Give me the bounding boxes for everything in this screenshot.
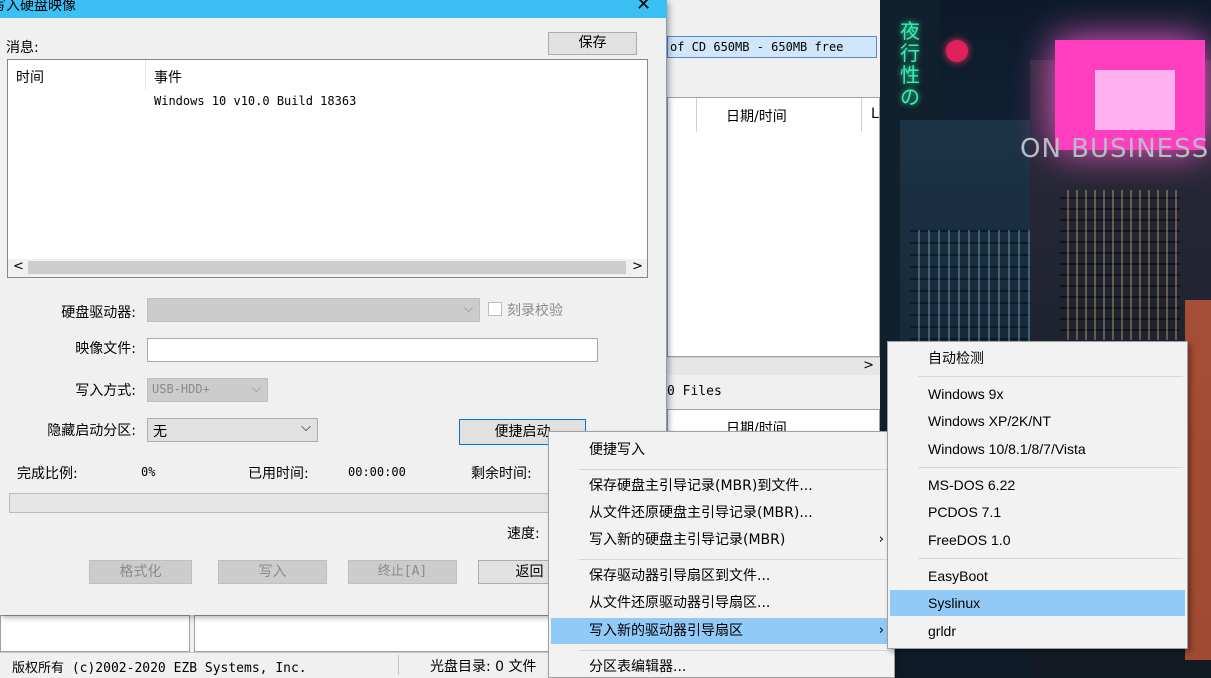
menu-item-partition-editor[interactable]: 分区表编辑器...: [551, 654, 892, 678]
boot-sector-submenu: 自动检测 Windows 9x Windows XP/2K/NT Windows…: [887, 341, 1188, 649]
cd-capacity-bar[interactable]: of CD 650MB - 650MB free: [667, 36, 877, 58]
menu-item-write-new-mbr-label: 写入新的硬盘主引导记录(MBR): [589, 532, 786, 548]
menu-item-restore-mbr[interactable]: 从文件还原硬盘主引导记录(MBR)...: [551, 500, 892, 526]
dialog-title: 写入硬盘映像: [0, 0, 76, 14]
column-header-event[interactable]: 事件: [154, 67, 182, 87]
disk-drive-label: 硬盘驱动器:: [61, 305, 136, 321]
status-cd-dir: 光盘目录: 0 文件: [430, 659, 537, 675]
menu-item-write-new-boot-sector[interactable]: 写入新的驱动器引导扇区 ›: [551, 618, 892, 644]
submenu-item-grldr[interactable]: grldr: [890, 618, 1185, 644]
scroll-left-icon[interactable]: <: [13, 259, 24, 274]
done-label: 完成比例:: [17, 466, 78, 482]
column-header-datetime[interactable]: 日期/时间: [726, 106, 787, 126]
submenu-arrow-icon: ›: [878, 532, 884, 547]
submenu-item-pcdos[interactable]: PCDOS 7.1: [890, 499, 1185, 525]
dialog-title-bar[interactable]: 写入硬盘映像 ✕: [0, 0, 667, 18]
verify-label: 刻录校验: [507, 303, 563, 319]
bg-hscrollbar[interactable]: >: [667, 357, 880, 375]
write-method-select[interactable]: USB-HDD+ ⌵: [147, 378, 268, 402]
message-log[interactable]: 时间 事件 Windows 10 v10.0 Build 18363 < >: [7, 59, 648, 278]
remaining-label: 剩余时间:: [471, 466, 532, 482]
submenu-item-win9x[interactable]: Windows 9x: [890, 381, 1185, 407]
submenu-item-win10[interactable]: Windows 10/8.1/8/7/Vista: [890, 436, 1185, 462]
chevron-down-icon: ⌵: [301, 420, 311, 435]
scrollbar-thumb[interactable]: [28, 261, 626, 274]
chevron-down-icon: ⌵: [251, 381, 261, 395]
column-header-time[interactable]: 时间: [16, 67, 44, 87]
bg-toolbar: [667, 0, 880, 30]
bg-left-pane[interactable]: [0, 615, 190, 652]
elapsed-value: 00:00:00: [348, 465, 406, 479]
menu-item-save-boot-sector[interactable]: 保存驱动器引导扇区到文件...: [551, 563, 892, 589]
chevron-down-icon: ⌵: [463, 301, 473, 315]
submenu-item-freedos[interactable]: FreeDOS 1.0: [890, 527, 1185, 553]
neon-sign-text: 夜行性の: [900, 19, 920, 109]
bg-files-count: 0 Files: [667, 384, 722, 399]
verify-checkbox[interactable]: [488, 302, 502, 316]
hide-partition-select[interactable]: 无 ⌵: [147, 418, 318, 442]
image-file-input[interactable]: [147, 338, 598, 362]
submenu-item-easyboot[interactable]: EasyBoot: [890, 563, 1185, 589]
submenu-item-syslinux[interactable]: Syslinux: [890, 590, 1185, 616]
done-value: 0%: [141, 465, 156, 479]
submenu-arrow-icon: ›: [878, 623, 884, 638]
abort-button[interactable]: 终止[A]: [348, 560, 457, 584]
log-row-event: Windows 10 v10.0 Build 18363: [154, 94, 357, 108]
write-method-label: 写入方式:: [75, 383, 136, 399]
save-button[interactable]: 保存: [548, 32, 637, 55]
disk-drive-select[interactable]: ⌵: [147, 298, 480, 322]
menu-item-write-new-mbr[interactable]: 写入新的硬盘主引导记录(MBR) ›: [551, 527, 892, 553]
menu-item-write-new-boot-sector-label: 写入新的驱动器引导扇区: [589, 623, 743, 639]
billboard-text: ON BUSINESS: [1020, 134, 1210, 164]
write-method-value: USB-HDD+: [152, 382, 210, 396]
hide-partition-value: 无: [153, 424, 167, 440]
submenu-item-auto-detect[interactable]: 自动检测: [890, 345, 1185, 371]
scroll-right-icon[interactable]: >: [632, 259, 643, 274]
log-hscrollbar[interactable]: < >: [8, 259, 647, 277]
elapsed-label: 已用时间:: [248, 466, 309, 482]
close-icon[interactable]: ✕: [636, 0, 651, 15]
submenu-item-msdos[interactable]: MS-DOS 6.22: [890, 472, 1185, 498]
menu-item-quick-write[interactable]: 便捷写入: [551, 437, 892, 463]
hide-partition-label: 隐藏启动分区:: [47, 423, 136, 439]
messages-label: 消息:: [6, 40, 39, 56]
status-copyright: 版权所有 (c)2002-2020 EZB Systems, Inc.: [12, 661, 307, 676]
image-file-label: 映像文件:: [75, 341, 136, 357]
speed-label: 速度:: [507, 526, 540, 542]
quick-boot-context-menu: 便捷写入 保存硬盘主引导记录(MBR)到文件... 从文件还原硬盘主引导记录(M…: [548, 431, 895, 678]
format-button[interactable]: 格式化: [89, 560, 192, 584]
bg-file-list-top[interactable]: 日期/时间 L: [667, 97, 880, 357]
submenu-item-winxp[interactable]: Windows XP/2K/NT: [890, 408, 1185, 434]
menu-item-restore-boot-sector[interactable]: 从文件还原驱动器引导扇区...: [551, 590, 892, 616]
write-button[interactable]: 写入: [218, 560, 327, 584]
column-header-l[interactable]: L: [871, 106, 879, 122]
menu-item-save-mbr[interactable]: 保存硬盘主引导记录(MBR)到文件...: [551, 473, 892, 499]
